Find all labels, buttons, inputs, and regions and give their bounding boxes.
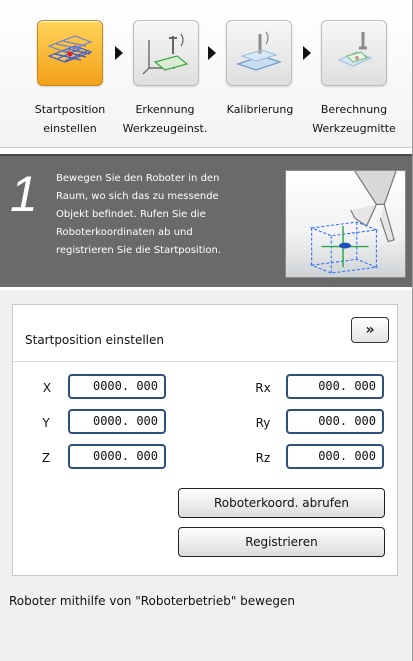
z-label: Z <box>41 451 51 465</box>
robot-calibration-page: Startposition einstellen Erkennung Werkzeu… <box>0 0 413 661</box>
step-1-startposition[interactable] <box>37 20 103 86</box>
rx-field[interactable]: 000. 000 <box>286 374 384 399</box>
register-button[interactable]: Registrieren <box>178 527 385 557</box>
z-field[interactable]: 0000. 000 <box>68 444 166 469</box>
startposition-card: Startposition einstellen » X 0000. 000 Y… <box>12 304 398 576</box>
step-arrow <box>303 46 311 60</box>
main-panel: Startposition einstellen » X 0000. 000 Y… <box>0 290 412 661</box>
step-arrow <box>115 46 123 60</box>
ry-field[interactable]: 000. 000 <box>286 409 384 434</box>
step-4-berechnung[interactable] <box>321 20 387 86</box>
calibration-icon <box>236 31 282 71</box>
y-field[interactable]: 0000. 000 <box>68 409 166 434</box>
instruction-step-number: 1 <box>10 166 38 222</box>
robot-gripper-cube-icon <box>309 171 397 274</box>
x-field[interactable]: 0000. 000 <box>68 374 166 399</box>
step-arrow <box>208 46 216 60</box>
step-1-label: Startposition einstellen <box>34 103 106 135</box>
instruction-panel: 1 Bewegen Sie den Roboter in den Raum, w… <box>0 154 412 287</box>
y-label: Y <box>42 416 50 430</box>
axes-detection-icon <box>142 33 189 75</box>
step-2-label: Erkennung Werkzeugeinst. <box>122 103 208 135</box>
rx-label: Rx <box>255 381 271 395</box>
grid-plane-icon <box>47 35 93 63</box>
ry-label: Ry <box>255 416 271 430</box>
divider <box>13 361 397 362</box>
rz-field[interactable]: 000. 000 <box>286 444 384 469</box>
step-3-kalibrierung[interactable] <box>226 20 292 86</box>
instruction-image <box>285 170 406 278</box>
card-title: Startposition einstellen <box>25 333 164 347</box>
step-wizard: Startposition einstellen Erkennung Werkzeu… <box>0 0 412 148</box>
step-4-label: Berechnung Werkzeugmitte <box>312 103 396 135</box>
step-3-label: Kalibrierung <box>226 103 294 116</box>
x-label: X <box>42 381 52 395</box>
instruction-text: Bewegen Sie den Roboter in den Raum, wo … <box>56 173 222 256</box>
expand-button[interactable]: » <box>351 317 389 343</box>
rz-label: Rz <box>255 451 271 465</box>
step-2-erkennung[interactable] <box>133 20 199 86</box>
hint-text: Roboter mithilfe von "Roboterbetrieb" be… <box>9 594 295 608</box>
tool-center-icon <box>337 32 373 67</box>
get-robot-coords-button[interactable]: Roboterkoord. abrufen <box>178 488 385 518</box>
